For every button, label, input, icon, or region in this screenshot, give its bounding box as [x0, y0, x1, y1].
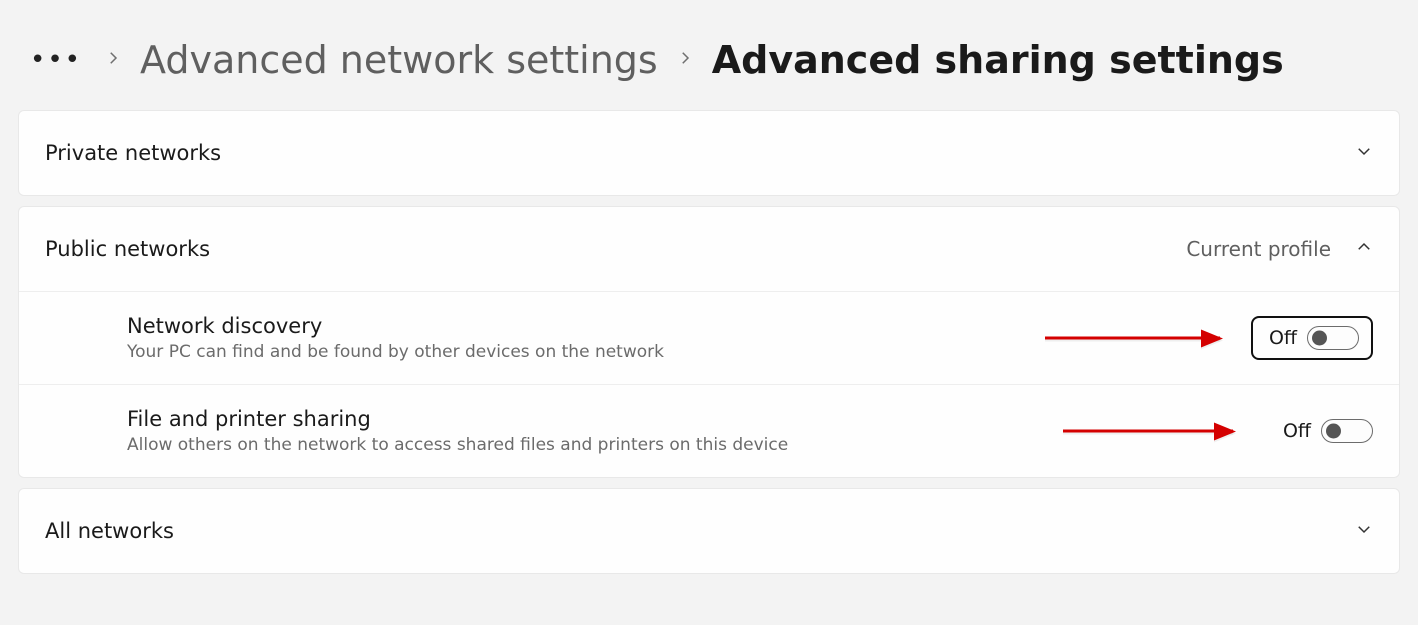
- setting-network-discovery: Network discovery Your PC can find and b…: [19, 291, 1399, 384]
- section-all-header[interactable]: All networks: [19, 489, 1399, 573]
- file-printer-desc: Allow others on the network to access sh…: [127, 435, 788, 455]
- section-public-title: Public networks: [45, 237, 210, 261]
- network-discovery-state: Off: [1269, 327, 1297, 349]
- annotation-arrow-icon: [1063, 430, 1233, 433]
- breadcrumb-overflow-button[interactable]: •••: [26, 45, 86, 75]
- current-profile-badge: Current profile: [1186, 237, 1331, 261]
- toggle-knob-icon: [1326, 424, 1341, 439]
- section-private-title: Private networks: [45, 141, 221, 165]
- network-discovery-desc: Your PC can find and be found by other d…: [127, 342, 664, 362]
- section-private-networks: Private networks: [18, 110, 1400, 196]
- setting-file-printer-sharing: File and printer sharing Allow others on…: [19, 384, 1399, 477]
- breadcrumb-parent-link[interactable]: Advanced network settings: [140, 38, 658, 82]
- chevron-right-icon: [104, 48, 122, 73]
- file-printer-toggle[interactable]: [1321, 419, 1373, 443]
- chevron-right-icon: [676, 48, 694, 73]
- file-printer-label: File and printer sharing: [127, 407, 788, 431]
- chevron-down-icon: [1355, 520, 1373, 542]
- network-discovery-toggle[interactable]: [1307, 326, 1359, 350]
- toggle-knob-icon: [1312, 331, 1327, 346]
- section-private-header[interactable]: Private networks: [19, 111, 1399, 195]
- breadcrumb: ••• Advanced network settings Advanced s…: [18, 18, 1400, 110]
- annotation-arrow-icon: [1045, 337, 1220, 340]
- section-all-title: All networks: [45, 519, 174, 543]
- chevron-up-icon: [1355, 238, 1373, 260]
- file-printer-toggle-group: Off: [1283, 419, 1373, 443]
- section-public-networks: Public networks Current profile Network …: [18, 206, 1400, 478]
- file-printer-state: Off: [1283, 420, 1311, 442]
- section-all-networks: All networks: [18, 488, 1400, 574]
- page-title: Advanced sharing settings: [712, 38, 1284, 82]
- section-public-header[interactable]: Public networks Current profile: [19, 207, 1399, 291]
- network-discovery-label: Network discovery: [127, 314, 664, 338]
- network-discovery-toggle-group: Off: [1251, 316, 1373, 360]
- chevron-down-icon: [1355, 142, 1373, 164]
